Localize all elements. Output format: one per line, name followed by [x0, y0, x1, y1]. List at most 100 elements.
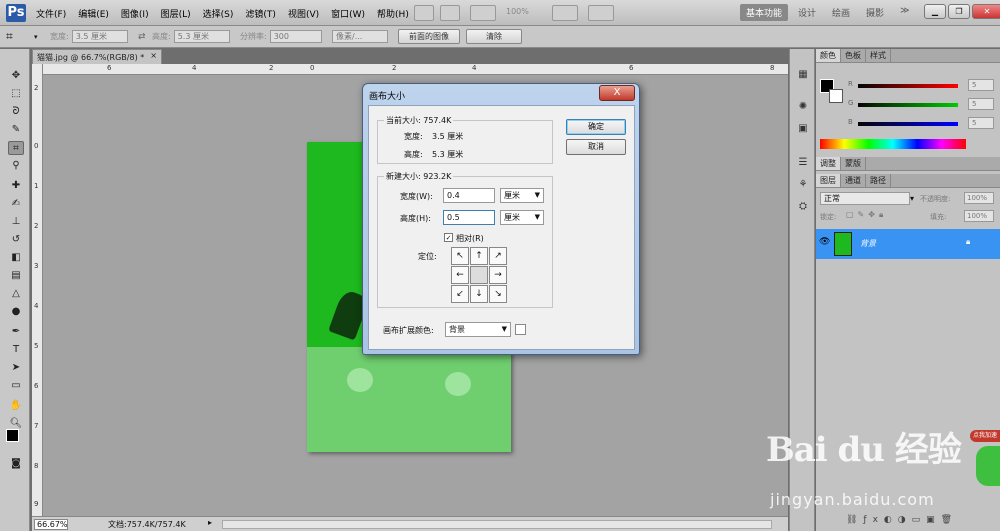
new-height-input[interactable]: 0.5	[443, 210, 495, 225]
red-gradient[interactable]	[858, 84, 958, 88]
clone-stamp-tool-icon[interactable]: ⊥	[8, 215, 24, 229]
tab-adjustments[interactable]: 调整	[816, 157, 841, 170]
background-color-chip[interactable]	[829, 89, 843, 103]
menu-help[interactable]: 帮助(H)	[377, 7, 409, 20]
swap-dimensions-icon[interactable]: ⇄	[138, 32, 146, 42]
crop-tool-icon[interactable]: ⌗	[8, 141, 24, 155]
green-value-input[interactable]: 5	[968, 98, 994, 110]
anchor-bottom[interactable]: ↓	[470, 285, 488, 303]
path-select-tool-icon[interactable]: ➤	[8, 361, 24, 375]
menu-file[interactable]: 文件(F)	[36, 7, 66, 20]
bridge-icon[interactable]	[414, 5, 434, 21]
tab-masks[interactable]: 蒙版	[841, 157, 866, 170]
anchor-bottom-right[interactable]: ↘	[489, 285, 507, 303]
blue-gradient[interactable]	[858, 122, 958, 126]
cancel-button[interactable]: 取消	[566, 139, 626, 155]
menu-window[interactable]: 窗口(W)	[331, 7, 365, 20]
type-tool-icon[interactable]: T	[8, 343, 24, 357]
zoom-level-display[interactable]: 100%	[506, 7, 529, 16]
anchor-top-left[interactable]: ↖	[451, 247, 469, 265]
crop-tool-icon[interactable]: ⌗	[6, 29, 13, 44]
anchor-left[interactable]: ←	[451, 266, 469, 284]
screen-mode-icon[interactable]	[588, 5, 614, 21]
new-width-input[interactable]: 0.4	[443, 188, 495, 203]
vertical-ruler[interactable]: 2 0 1 2 3 4 5 6 7 8 9	[32, 64, 43, 516]
blue-value-input[interactable]: 5	[968, 117, 994, 129]
anchor-top-right[interactable]: ↗	[489, 247, 507, 265]
pen-tool-icon[interactable]: ✒	[8, 325, 24, 339]
dialog-close-button[interactable]: X	[599, 85, 635, 101]
tab-color[interactable]: 颜色	[816, 49, 841, 62]
document-tab[interactable]: 猫猫.jpg @ 66.7%(RGB/8) * ×	[32, 49, 162, 64]
restore-icon[interactable]: ❐	[948, 4, 970, 19]
history-panel-icon[interactable]: ▦	[796, 69, 810, 81]
clone-source-panel-icon[interactable]: ⚘	[796, 179, 810, 191]
history-brush-tool-icon[interactable]: ↺	[8, 233, 24, 247]
anchor-right[interactable]: →	[489, 266, 507, 284]
menu-layer[interactable]: 图层(L)	[161, 7, 191, 20]
menu-image[interactable]: 图像(I)	[121, 7, 149, 20]
opacity-input[interactable]: 100%	[964, 192, 994, 204]
tool-preset-chevron-icon[interactable]: ▾	[34, 33, 38, 41]
brush-tool-icon[interactable]: ✍	[8, 197, 24, 211]
resolution-input[interactable]: 300	[269, 30, 322, 43]
navigator-panel-icon[interactable]: ✺	[796, 101, 810, 113]
tab-swatches[interactable]: 色板	[841, 49, 866, 62]
workspace-photography[interactable]: 摄影	[860, 4, 890, 21]
zoom-field[interactable]: 66.67%	[34, 519, 68, 530]
tab-styles[interactable]: 样式	[866, 49, 891, 62]
view-extras-icon[interactable]	[470, 5, 496, 21]
histogram-panel-icon[interactable]: ▣	[796, 123, 810, 135]
anchor-center[interactable]	[470, 266, 488, 284]
quick-mask-icon[interactable]: ◙	[8, 457, 24, 471]
brush-panel-icon[interactable]: ☰	[796, 157, 810, 169]
canvas-extension-color-swatch[interactable]	[515, 324, 526, 335]
menu-edit[interactable]: 编辑(E)	[78, 7, 109, 20]
color-spectrum-bar[interactable]	[820, 139, 966, 149]
character-panel-icon[interactable]: ⛭	[796, 201, 810, 213]
blur-tool-icon[interactable]: △	[8, 287, 24, 301]
promo-badge-label[interactable]: 点我加速	[970, 430, 1000, 442]
eraser-tool-icon[interactable]: ◧	[8, 251, 24, 265]
height-unit-select[interactable]: 厘米 ▼	[500, 210, 544, 225]
gradient-tool-icon[interactable]: ▤	[8, 269, 24, 283]
crop-width-input[interactable]: 3.5 厘米	[71, 30, 128, 43]
width-unit-select[interactable]: 厘米 ▼	[500, 188, 544, 203]
minimize-icon[interactable]: ▁	[924, 4, 946, 19]
tab-layers[interactable]: 图层	[816, 174, 841, 187]
crop-height-input[interactable]: 5.3 厘米	[173, 30, 230, 43]
workspace-essentials[interactable]: 基本功能	[740, 4, 789, 21]
horizontal-ruler[interactable]: 6 4 2 0 2 4 6 8	[32, 64, 788, 75]
horizontal-scrollbar[interactable]	[222, 520, 772, 529]
anchor-top[interactable]: ↑	[470, 247, 488, 265]
close-document-icon[interactable]: ×	[150, 51, 157, 60]
menu-view[interactable]: 视图(V)	[288, 7, 319, 20]
red-value-input[interactable]: 5	[968, 79, 994, 91]
workspace-painting[interactable]: 绘画	[826, 4, 856, 21]
anchor-bottom-left[interactable]: ↙	[451, 285, 469, 303]
tab-channels[interactable]: 通道	[841, 174, 866, 187]
hand-tool-icon[interactable]: ✋	[8, 399, 24, 413]
marquee-tool-icon[interactable]: ⬚	[8, 87, 24, 101]
blend-mode-select[interactable]: 正常	[820, 192, 910, 205]
tab-paths[interactable]: 路径	[866, 174, 891, 187]
layer-name[interactable]: 背景	[860, 238, 876, 249]
workspace-design[interactable]: 设计	[792, 4, 822, 21]
fill-input[interactable]: 100%	[964, 210, 994, 222]
promo-badge[interactable]: 点我加速	[970, 430, 1000, 500]
document-info[interactable]: 文档:757.4K/757.4K	[108, 519, 186, 530]
shape-tool-icon[interactable]: ▭	[8, 379, 24, 393]
arrange-documents-icon[interactable]	[552, 5, 578, 21]
move-tool-icon[interactable]: ✥	[8, 69, 24, 83]
clear-button[interactable]: 清除	[466, 29, 522, 44]
front-image-button[interactable]: 前面的图像	[398, 29, 460, 44]
green-slider[interactable]: G 5	[848, 98, 994, 110]
mini-bridge-icon[interactable]	[440, 5, 460, 21]
lasso-tool-icon[interactable]: ᘐ	[8, 105, 24, 119]
layer-row-background[interactable]: 👁︎ 背景 🔒︎	[816, 229, 1000, 259]
lock-icons[interactable]: ▢✎✥🔒︎	[846, 210, 887, 220]
relative-checkbox[interactable]: ✓	[444, 233, 453, 242]
resolution-unit-select[interactable]: 像素/...	[332, 30, 388, 43]
blue-slider[interactable]: B 5	[848, 117, 994, 129]
close-window-icon[interactable]: ✕	[972, 4, 1000, 19]
